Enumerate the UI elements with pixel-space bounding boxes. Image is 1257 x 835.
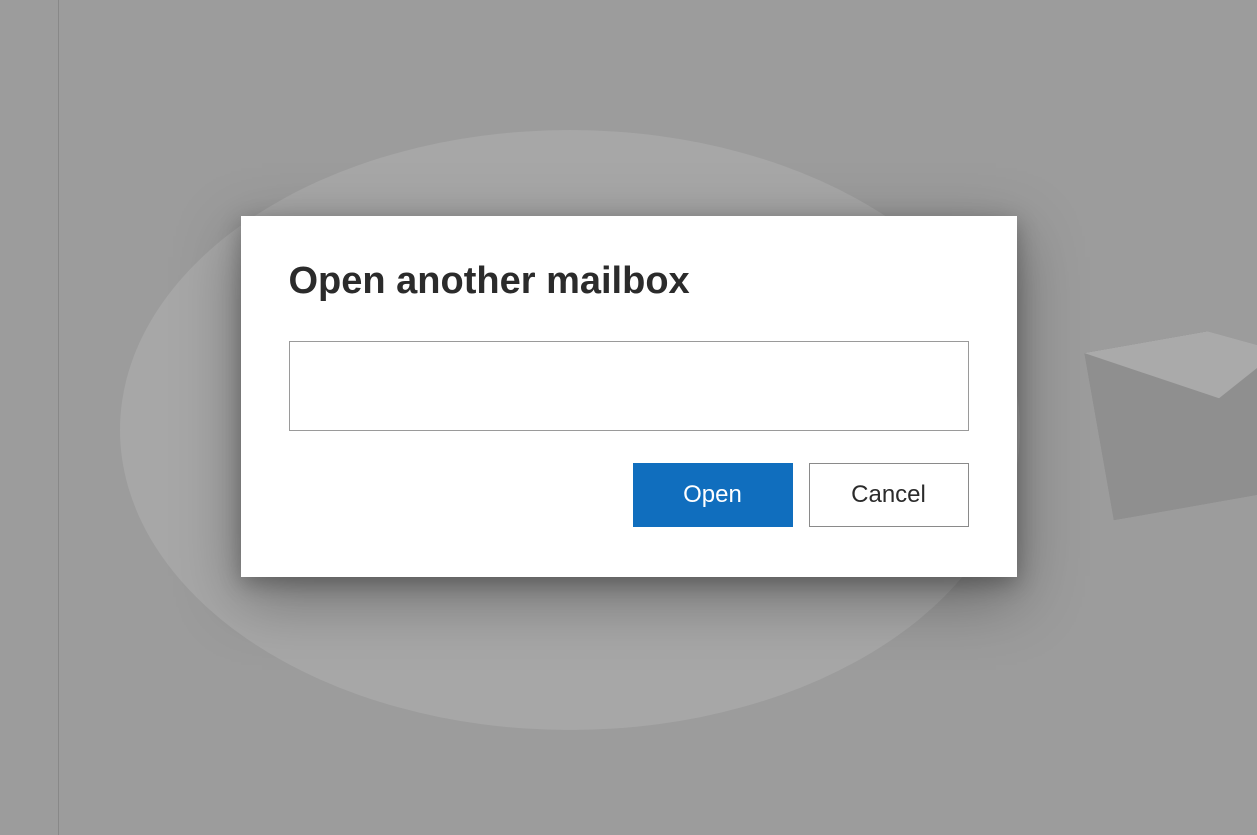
dialog-button-row: Open Cancel <box>289 463 969 527</box>
mailbox-input[interactable] <box>289 341 969 431</box>
open-mailbox-dialog: Open another mailbox Open Cancel <box>241 216 1017 577</box>
open-button[interactable]: Open <box>633 463 793 527</box>
modal-overlay: Open another mailbox Open Cancel <box>0 0 1257 835</box>
dialog-title: Open another mailbox <box>289 260 969 303</box>
cancel-button[interactable]: Cancel <box>809 463 969 527</box>
